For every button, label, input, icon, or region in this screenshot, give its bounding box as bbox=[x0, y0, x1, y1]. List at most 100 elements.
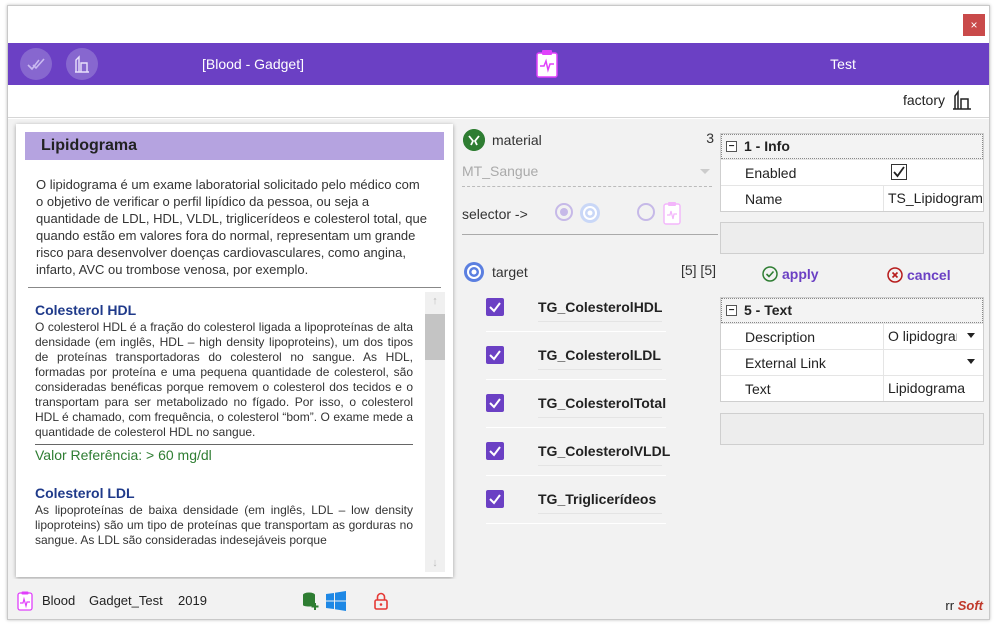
target-checkbox[interactable] bbox=[486, 442, 504, 460]
selector-radio-target[interactable] bbox=[555, 203, 573, 221]
target-icon bbox=[580, 203, 600, 223]
check-all-button[interactable] bbox=[20, 48, 52, 80]
target-underline bbox=[538, 465, 662, 466]
windows-icon[interactable] bbox=[326, 591, 346, 611]
cancel-label: cancel bbox=[907, 267, 951, 283]
description-row: Description O lipidograma é um exame bbox=[721, 323, 983, 349]
cancel-button[interactable]: cancel bbox=[887, 267, 951, 283]
clipboard-pulse-icon bbox=[17, 591, 33, 611]
doc-scroll-area[interactable]: Colesterol HDL O colesterol HDL é a fraç… bbox=[28, 292, 423, 572]
text-group-title: 5 - Text bbox=[744, 302, 792, 318]
list-item[interactable]: TG_ColesterolHDL bbox=[486, 284, 666, 332]
brand-logo: rr Soft bbox=[945, 598, 983, 613]
close-button[interactable]: × bbox=[963, 14, 985, 36]
cancel-circle-icon bbox=[887, 267, 903, 283]
external-link-row: External Link bbox=[721, 349, 983, 375]
target-count: [5] [5] bbox=[680, 262, 716, 278]
test-label: Test bbox=[830, 56, 856, 72]
enabled-checkbox[interactable] bbox=[891, 164, 907, 180]
factory-toggle-button[interactable] bbox=[66, 48, 98, 80]
selector-label: selector -> bbox=[462, 206, 528, 222]
target-name: TG_ColesterolHDL bbox=[538, 299, 663, 315]
scroll-down-icon[interactable]: ↓ bbox=[425, 554, 445, 572]
external-link-label: External Link bbox=[745, 355, 826, 371]
target-name: TG_Triglicerídeos bbox=[538, 491, 657, 507]
target-list: TG_ColesterolHDL TG_ColesterolLDL TG_Col… bbox=[486, 284, 670, 524]
check-icon bbox=[489, 398, 501, 409]
properties-panel: − 1 - Info Enabled Name TS_Lipidograma a… bbox=[720, 119, 986, 579]
description-field[interactable]: O lipidograma é um exame bbox=[883, 324, 957, 349]
material-count: 3 bbox=[706, 130, 714, 146]
app-title: [Blood - Gadget] bbox=[202, 56, 304, 72]
dropdown-arrow-icon[interactable] bbox=[967, 333, 975, 338]
external-link-field[interactable] bbox=[883, 350, 957, 375]
info-group-header[interactable]: − 1 - Info bbox=[721, 134, 983, 159]
status-bar: Blood Gadget_Test 2019 rr Soft bbox=[8, 579, 989, 619]
main-content: Lipidograma O lipidograma é um exame lab… bbox=[8, 119, 989, 579]
doc-divider bbox=[28, 287, 441, 288]
document-card: Lipidograma O lipidograma é um exame lab… bbox=[16, 124, 453, 577]
status-item-year: 2019 bbox=[178, 593, 207, 608]
dropdown-arrow-icon[interactable] bbox=[967, 359, 975, 364]
header-bar: [Blood - Gadget] Test bbox=[8, 43, 989, 85]
clipboard-icon bbox=[663, 202, 681, 225]
check-icon bbox=[489, 494, 501, 505]
status-item-gadget: Gadget_Test bbox=[89, 593, 163, 608]
selector-radio-clipboard[interactable] bbox=[637, 203, 655, 221]
list-item[interactable]: TG_ColesterolTotal bbox=[486, 380, 666, 428]
check-circle-icon bbox=[762, 266, 778, 282]
section-reference-hdl: Valor Referência: > 60 mg/dl bbox=[35, 444, 413, 463]
check-icon bbox=[489, 350, 501, 361]
collapse-icon[interactable]: − bbox=[726, 141, 737, 152]
target-checkbox[interactable] bbox=[486, 394, 504, 412]
text-label: Text bbox=[745, 381, 771, 397]
material-select[interactable]: MT_Sangue bbox=[462, 157, 712, 187]
target-underline bbox=[538, 513, 662, 514]
panel-separator bbox=[462, 234, 718, 235]
database-add-icon[interactable] bbox=[302, 591, 320, 611]
name-label: Name bbox=[745, 191, 783, 207]
target-checkbox[interactable] bbox=[486, 346, 504, 364]
factory-label: factory bbox=[902, 92, 945, 108]
factory-icon bbox=[75, 55, 89, 73]
doc-scrollbar[interactable]: ↑ ↓ bbox=[425, 292, 445, 572]
lock-icon[interactable] bbox=[374, 592, 388, 610]
collapse-icon[interactable]: − bbox=[726, 305, 737, 316]
material-selected-value: MT_Sangue bbox=[462, 163, 539, 179]
enabled-label: Enabled bbox=[745, 165, 797, 181]
target-checkbox[interactable] bbox=[486, 490, 504, 508]
target-name: TG_ColesterolVLDL bbox=[538, 443, 671, 459]
section-title-ldl: Colesterol LDL bbox=[35, 485, 135, 501]
info-property-grid: − 1 - Info Enabled Name TS_Lipidograma bbox=[720, 133, 984, 212]
target-icon bbox=[464, 262, 484, 282]
name-field[interactable]: TS_Lipidograma bbox=[883, 186, 983, 211]
target-name: TG_ColesterolTotal bbox=[538, 395, 667, 411]
selection-panel: material 3 MT_Sangue selector -> target bbox=[460, 119, 718, 579]
check-icon bbox=[893, 166, 905, 178]
doc-title: Lipidograma bbox=[25, 132, 444, 160]
info-description-box bbox=[720, 222, 984, 254]
target-underline bbox=[538, 369, 662, 370]
list-item[interactable]: TG_Triglicerídeos bbox=[486, 476, 666, 524]
list-item[interactable]: TG_ColesterolLDL bbox=[486, 332, 666, 380]
text-description-box bbox=[720, 413, 984, 445]
text-field[interactable]: Lipidograma bbox=[883, 376, 983, 401]
chevron-down-icon bbox=[700, 169, 710, 174]
text-group-header[interactable]: − 5 - Text bbox=[721, 298, 983, 323]
target-checkbox[interactable] bbox=[486, 298, 504, 316]
check-icon bbox=[489, 302, 501, 313]
info-group-title: 1 - Info bbox=[744, 138, 790, 154]
clipboard-pulse-icon bbox=[536, 50, 558, 78]
section-title-hdl: Colesterol HDL bbox=[35, 302, 137, 318]
app-window: × [Blood - Gadget] Test factory Lipidogr… bbox=[7, 5, 990, 620]
apply-button[interactable]: apply bbox=[762, 266, 819, 282]
list-item[interactable]: TG_ColesterolVLDL bbox=[486, 428, 670, 476]
scroll-up-icon[interactable]: ↑ bbox=[425, 292, 445, 310]
factory-icon[interactable] bbox=[951, 89, 973, 111]
scroll-thumb[interactable] bbox=[425, 314, 445, 360]
enabled-row: Enabled bbox=[721, 159, 983, 185]
target-underline bbox=[538, 321, 662, 322]
apply-label: apply bbox=[782, 266, 819, 282]
target-underline bbox=[538, 417, 662, 418]
text-property-grid: − 5 - Text Description O lipidograma é u… bbox=[720, 297, 984, 402]
